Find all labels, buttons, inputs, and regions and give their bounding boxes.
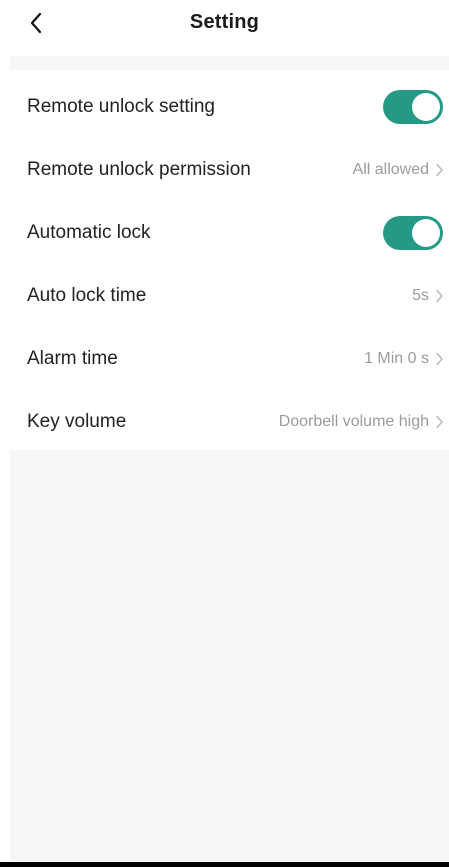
row-label: Remote unlock permission: [27, 158, 251, 180]
settings-screen: Setting Remote unlock setting Remote unl…: [0, 0, 449, 867]
chevron-right-icon: [435, 352, 444, 366]
row-automatic-lock: Automatic lock: [0, 201, 449, 264]
row-value: Doorbell volume high: [278, 412, 429, 430]
remote-unlock-toggle[interactable]: [383, 89, 443, 124]
row-auto-lock-time[interactable]: Auto lock time 5s: [0, 264, 449, 327]
row-right: 5s: [412, 287, 444, 305]
chevron-right-icon: [435, 415, 444, 429]
empty-content-area: [10, 450, 449, 867]
chevron-right-icon: [435, 289, 444, 303]
section-divider: [10, 56, 449, 70]
row-label: Alarm time: [27, 347, 118, 369]
row-key-volume[interactable]: Key volume Doorbell volume high: [0, 390, 449, 453]
row-value: 1 Min 0 s: [364, 349, 429, 367]
row-label: Auto lock time: [27, 284, 147, 306]
page-title: Setting: [189, 11, 260, 33]
automatic-lock-toggle[interactable]: [383, 215, 443, 250]
header-bar: Setting: [0, 0, 449, 46]
row-right: 1 Min 0 s: [364, 350, 444, 368]
toggle-knob: [412, 218, 440, 247]
settings-list: Remote unlock setting Remote unlock perm…: [0, 75, 449, 453]
row-label: Key volume: [27, 410, 127, 432]
row-label: Automatic lock: [27, 221, 151, 243]
row-value: 5s: [412, 286, 429, 304]
row-remote-unlock-setting: Remote unlock setting: [0, 75, 449, 138]
system-bottom-bar: [0, 862, 449, 867]
chevron-right-icon: [435, 163, 444, 177]
toggle-knob: [412, 92, 440, 121]
row-right: Doorbell volume high: [279, 413, 444, 431]
row-alarm-time[interactable]: Alarm time 1 Min 0 s: [0, 327, 449, 390]
row-value: All allowed: [352, 160, 429, 178]
row-remote-unlock-permission[interactable]: Remote unlock permission All allowed: [0, 138, 449, 201]
row-right: All allowed: [353, 161, 444, 179]
row-label: Remote unlock setting: [27, 95, 215, 117]
